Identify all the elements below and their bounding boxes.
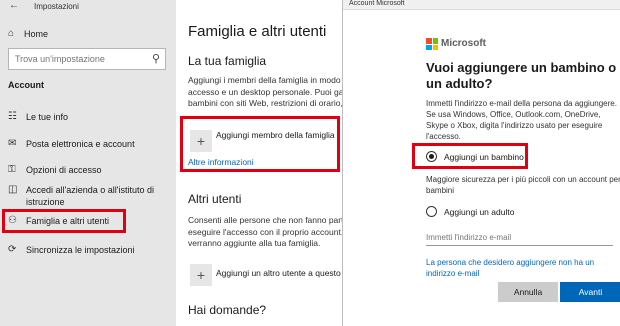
add-family-member-button[interactable]: Aggiungi membro della famiglia — [216, 130, 335, 140]
home-icon: ⌂ — [8, 28, 15, 39]
settings-window-title: Impostazioni — [34, 2, 79, 11]
family-description: Aggiungi i membri della famiglia in modo… — [188, 75, 342, 108]
add-other-user-plus-icon[interactable]: + — [190, 264, 212, 286]
search-icon[interactable]: ⚲ — [152, 52, 160, 65]
account-section-label: Account — [8, 80, 44, 90]
sidebar-item-email-accounts[interactable]: ✉ Posta elettronica e account — [8, 138, 168, 150]
people-icon: ⚇ — [8, 215, 17, 226]
home-link[interactable]: ⌂ Home — [8, 28, 48, 39]
dialog-window-title: Account Microsoft — [349, 0, 405, 7]
more-info-link[interactable]: Altre informazioni — [188, 157, 254, 167]
family-heading: La tua famiglia — [188, 54, 267, 68]
next-button[interactable]: Avanti — [560, 282, 620, 302]
sidebar-item-sync-settings[interactable]: ⟳ Sincronizza le impostazioni — [8, 244, 168, 256]
add-other-user-button[interactable]: Aggiungi un altro utente a questo — [216, 268, 341, 278]
sidebar-item-label: Famiglia e altri utenti — [26, 216, 110, 226]
dialog-heading: Vuoi aggiungere un bambino o un adulto? — [426, 60, 617, 91]
cancel-button[interactable]: Annulla — [498, 282, 558, 302]
key-icon: ⚿ — [8, 164, 16, 175]
add-family-member-plus-icon[interactable]: + — [190, 130, 212, 152]
sidebar-item-label: Sincronizza le impostazioni — [26, 245, 135, 255]
settings-sidebar: ← Impostazioni ⌂ Home ⚲ Account ☷ Le tue… — [0, 0, 176, 326]
other-users-heading: Altri utenti — [188, 192, 242, 206]
back-arrow-icon[interactable]: ← — [9, 0, 19, 11]
sidebar-item-your-info[interactable]: ☷ Le tue info — [8, 111, 168, 123]
sidebar-item-work-school[interactable]: ◫ Accedi all'azienda o all'istituto di i… — [8, 184, 166, 208]
radio-adult-control[interactable] — [426, 206, 437, 217]
other-users-description: Consenti alle persone che non fanno part… — [188, 215, 342, 248]
briefcase-icon: ◫ — [8, 184, 18, 195]
sync-icon: ⟳ — [8, 244, 17, 255]
questions-heading: Hai domande? — [188, 303, 267, 317]
mail-icon: ✉ — [8, 138, 17, 149]
page-title: Famiglia e altri utenti — [188, 23, 327, 40]
email-input[interactable] — [426, 230, 613, 246]
dialog-description: Immetti l'indirizzo e-mail della persona… — [426, 99, 617, 141]
child-account-note: Maggiore sicurezza per i più piccoli con… — [426, 175, 620, 195]
settings-search-input[interactable] — [15, 52, 141, 66]
settings-search-box[interactable]: ⚲ — [8, 48, 166, 70]
add-child-highlight — [412, 143, 528, 169]
radio-adult-label: Aggiungi un adulto — [444, 206, 515, 217]
sidebar-item-label: Le tue info — [26, 112, 69, 122]
sidebar-item-label: Accedi all'azienda o all'istituto di ist… — [26, 185, 155, 207]
person-card-icon: ☷ — [8, 111, 17, 122]
microsoft-brand-name: Microsoft — [441, 38, 486, 49]
sidebar-item-family-other-users[interactable]: ⚇ Famiglia e altri utenti — [2, 209, 126, 233]
settings-titlebar: ← Impostazioni — [0, 0, 176, 16]
home-label: Home — [24, 28, 49, 39]
radio-add-adult[interactable]: Aggiungi un adulto — [426, 206, 514, 217]
sidebar-item-label: Opzioni di accesso — [26, 165, 102, 175]
no-email-link[interactable]: La persona che desidero aggiungere non h… — [426, 257, 616, 279]
dialog-titlebar: Account Microsoft — [343, 0, 620, 10]
sidebar-item-label: Posta elettronica e account — [26, 139, 135, 149]
settings-main-content: Famiglia e altri utenti La tua famiglia … — [176, 0, 342, 326]
sidebar-item-sign-in-options[interactable]: ⚿ Opzioni di accesso — [8, 164, 168, 176]
microsoft-logo-icon — [426, 38, 438, 50]
